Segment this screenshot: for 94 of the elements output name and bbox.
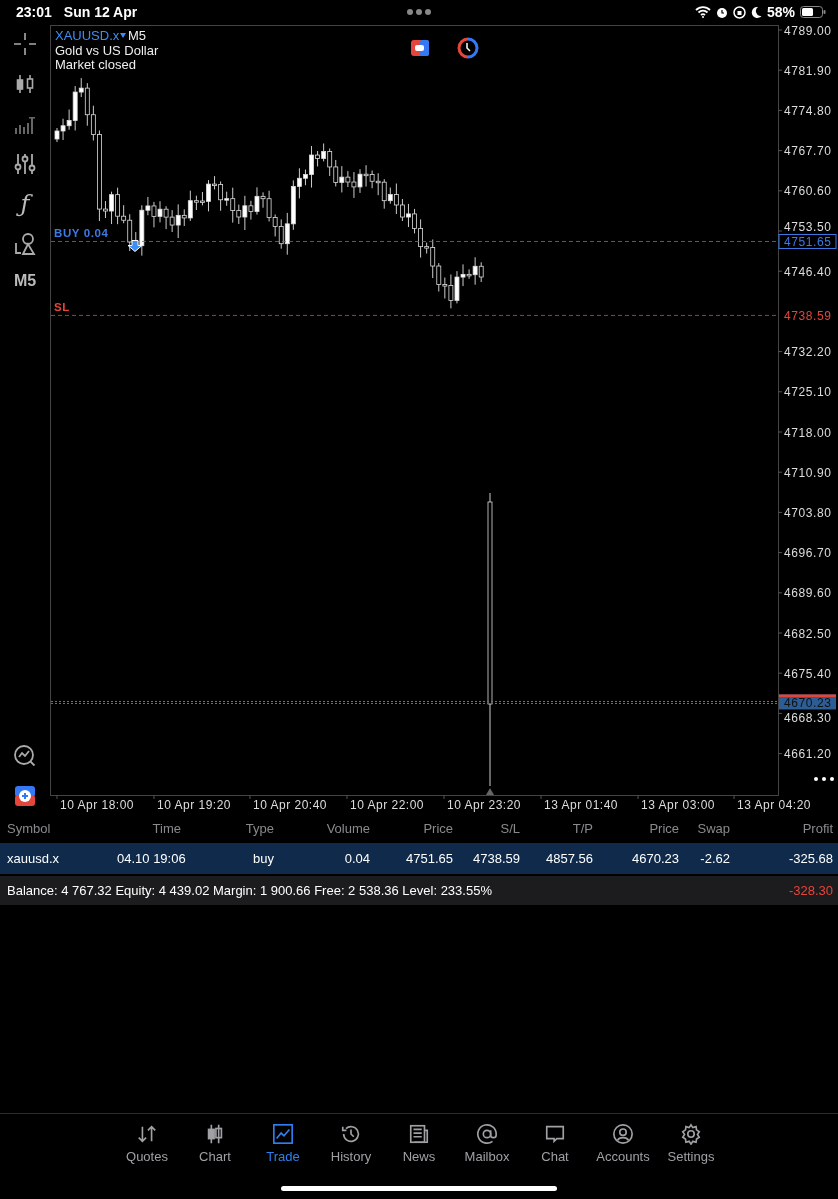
time-label: 13 Apr 04:20 [736, 798, 812, 812]
tab-button[interactable]: History [317, 1123, 385, 1164]
tab-button[interactable]: Accounts [589, 1123, 657, 1164]
symbol-description: Gold vs US Dollar [55, 43, 159, 58]
table-cell-text: -325.68 [787, 851, 833, 866]
tab-button[interactable]: Quotes [113, 1123, 181, 1164]
price-label: 4689.60 [784, 586, 832, 601]
more-icon[interactable] [406, 8, 432, 16]
alarm-icon [715, 5, 728, 19]
column-header: Volume [325, 820, 370, 836]
chat-bubble-icon [544, 1123, 566, 1145]
column-header: Type [244, 820, 274, 836]
caret-icon[interactable] [120, 33, 126, 38]
time-label: 13 Apr 01:40 [543, 798, 619, 812]
column-header: Swap [696, 820, 730, 836]
price-label: 4710.90 [784, 465, 832, 480]
price-label: 4725.10 [784, 385, 832, 400]
history-icon [340, 1123, 362, 1145]
time-label: 10 Apr 23:20 [446, 798, 522, 812]
price-label: 4675.40 [784, 666, 832, 681]
price-label: 4661.20 [784, 747, 832, 762]
column-header: T/P [571, 820, 593, 836]
price-label: 4732.20 [784, 345, 832, 360]
column-header: Price [648, 820, 679, 836]
chart-search-icon[interactable] [13, 744, 37, 768]
table-cell-text: -2.62 [699, 851, 730, 866]
price-label: 4703.80 [784, 505, 832, 520]
quotes-icon [136, 1123, 158, 1145]
battery-icon [800, 6, 826, 18]
settings-icon [680, 1123, 702, 1145]
market-status: Market closed [55, 57, 136, 72]
table-cell-text: 4751.65 [405, 851, 453, 866]
column-header: Symbol [7, 820, 52, 836]
price-label: 4781.90 [784, 63, 832, 78]
total-profit: -328.30 [788, 883, 833, 898]
chart-timeframe: M5 [128, 28, 147, 43]
price-label: 4767.70 [784, 144, 832, 159]
price-label: 4746.40 [784, 264, 832, 279]
time-marker-icon [486, 788, 494, 795]
time-label: 10 Apr 19:20 [156, 798, 232, 812]
table-cell-text: 4670.23 [631, 851, 679, 866]
tab-button[interactable]: Settings [657, 1123, 725, 1164]
add-trade-icon[interactable] [13, 784, 37, 808]
date-text: Sun 12 Apr [63, 4, 138, 20]
column-header: Profit [801, 820, 833, 836]
price-label: 4789.00 [784, 24, 832, 38]
price-label: 4760.60 [784, 184, 832, 199]
column-header: Time [151, 820, 181, 836]
order-label: SL [54, 301, 70, 314]
clock-icon[interactable] [457, 37, 479, 59]
time-label: 10 Apr 20:40 [252, 798, 328, 812]
time-label: 10 Apr 18:00 [59, 798, 135, 812]
sliders-icon[interactable] [13, 152, 37, 176]
column-header: Price [422, 820, 453, 836]
objects-icon[interactable] [13, 232, 37, 256]
one-click-trading-icon[interactable] [411, 40, 429, 56]
tab-button[interactable]: Trade [249, 1123, 317, 1164]
tab-button[interactable]: Chat [521, 1123, 589, 1164]
table-cell-text: 4738.59 [472, 851, 520, 866]
price-label: 4718.00 [784, 425, 832, 440]
symbol-name[interactable]: XAUUSD.x [55, 28, 120, 43]
price-label: 4696.70 [784, 546, 832, 561]
table-cell-text: xauusd.x [7, 851, 61, 866]
wifi-icon [694, 6, 711, 18]
time-label: 13 Apr 03:00 [640, 798, 716, 812]
price-label: 4753.50 [784, 220, 832, 235]
timeframe-button[interactable]: M5 [13, 272, 37, 290]
tab-button[interactable]: News [385, 1123, 453, 1164]
price-label: 4774.80 [784, 103, 832, 118]
price-label: 4668.30 [784, 711, 832, 726]
moon-icon [750, 6, 762, 18]
order-label: BUY 0.04 [54, 227, 109, 240]
position-row[interactable]: xauusd.x 04.10 19:06 buy 0.04 4751.65 4738.59 4857.56 4670.23 -2.62 -325.68 [0, 843, 838, 874]
account-summary: Balance: 4 767.32 Equity: 4 439.02 Margin: 1 900.66 Free: 2 538.36 Level: 233.55% [7, 883, 492, 898]
column-header: S/L [499, 820, 520, 836]
battery-percent: 58% [766, 4, 795, 20]
line-chart-icon [272, 1123, 294, 1145]
time-label: 10 Apr 22:00 [349, 798, 425, 812]
clock-time: 23:01 [16, 4, 52, 20]
rotation-lock-icon [732, 5, 746, 19]
last-price-badge: 4670.23 [779, 694, 836, 711]
tab-button[interactable]: Chart [181, 1123, 249, 1164]
newspaper-icon [408, 1123, 430, 1145]
crosshair-icon[interactable] [13, 32, 37, 56]
table-cell-text: 0.04 [343, 851, 370, 866]
buy-arrow-icon [127, 239, 143, 252]
at-sign-icon [476, 1123, 498, 1145]
tab-button[interactable]: Mailbox [453, 1123, 521, 1164]
table-cell-text: 4857.56 [545, 851, 593, 866]
more-icon[interactable] [814, 777, 834, 781]
price-badge: 4751.65 [778, 234, 837, 249]
price-label: 4682.50 [784, 626, 832, 641]
price-badge: 4738.59 [779, 308, 836, 323]
account-icon [612, 1123, 634, 1145]
